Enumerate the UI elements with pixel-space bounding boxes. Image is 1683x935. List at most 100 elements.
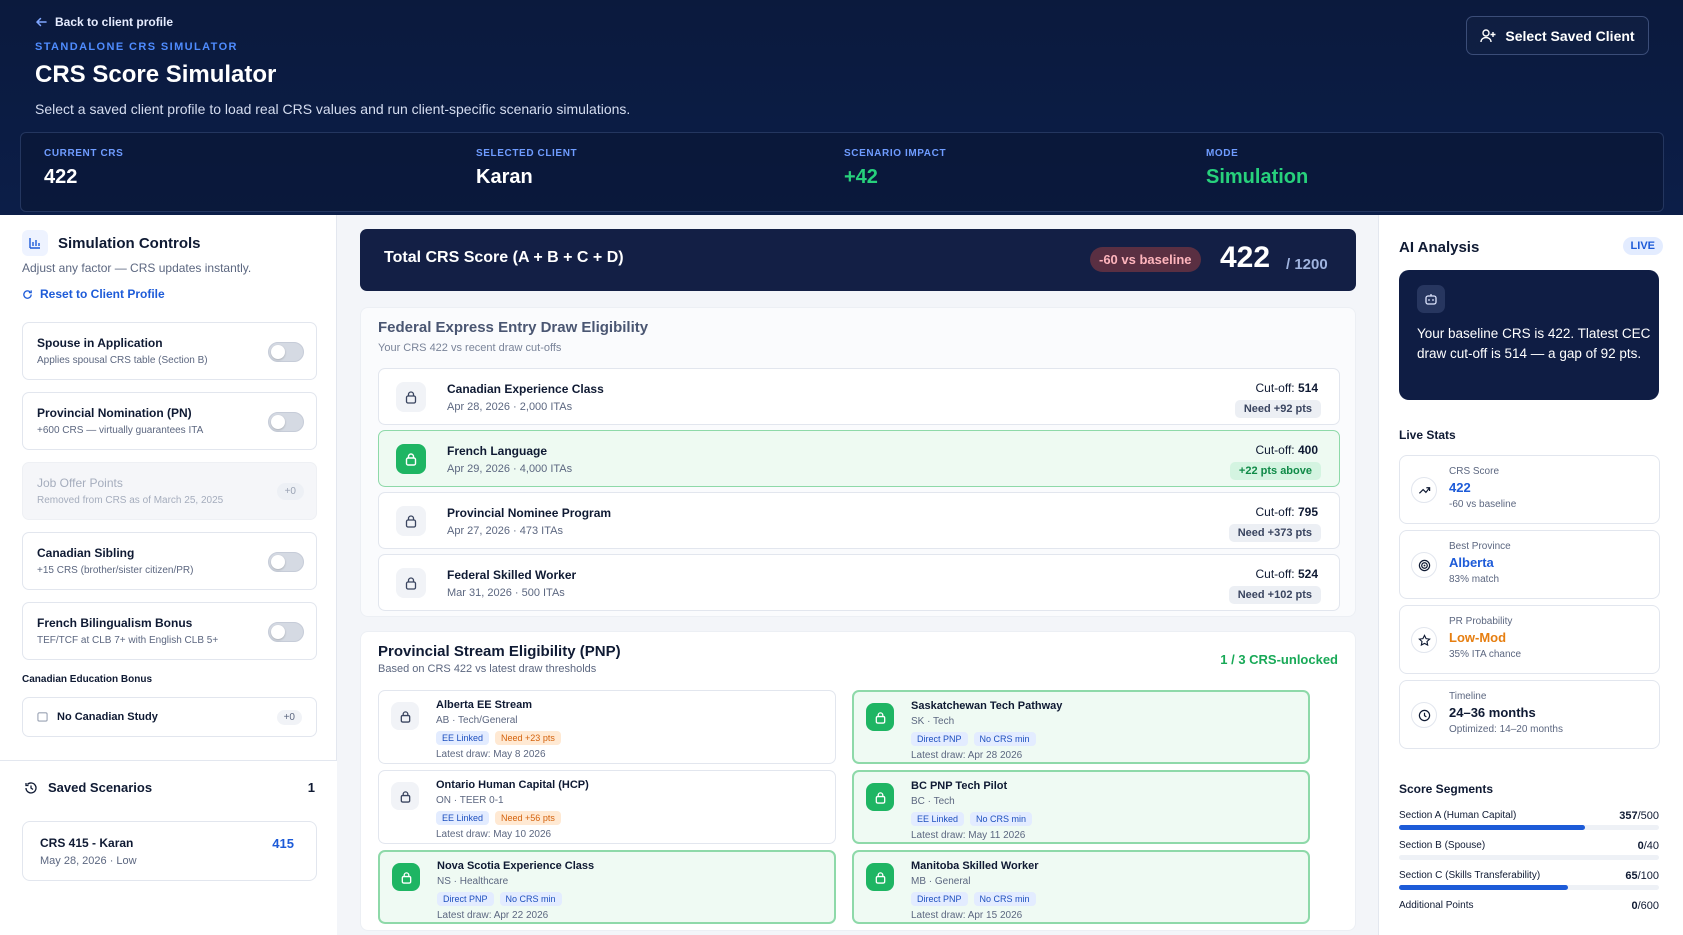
pnp-stream-name: Manitoba Skilled Worker bbox=[911, 860, 1039, 872]
total-crs-score: 422 bbox=[1220, 241, 1271, 274]
segment-value: 357/500 bbox=[1619, 810, 1659, 822]
cutoff-label: Cut-off: bbox=[1255, 443, 1295, 457]
pnp-tag: Need +23 pts bbox=[495, 731, 561, 745]
french-toggle[interactable] bbox=[268, 622, 304, 642]
stat-value: Simulation bbox=[1206, 166, 1309, 188]
lock-icon bbox=[391, 782, 419, 810]
cutoff-value: 524 bbox=[1297, 567, 1318, 581]
toggle-title: Spouse in Application bbox=[37, 336, 163, 350]
stat-selected-client: SELECTED CLIENT Karan bbox=[476, 148, 577, 189]
pnp-stream-card[interactable]: Alberta EE Stream AB · Tech/General EE Lin… bbox=[378, 690, 836, 764]
reset-to-client-profile-link[interactable]: Reset to Client Profile bbox=[22, 287, 165, 301]
scenario-name: CRS 415 - Karan bbox=[40, 836, 134, 850]
pnp-latest-draw: Latest draw: May 8 2026 bbox=[436, 749, 546, 760]
page-subtitle: Select a saved client profile to load re… bbox=[35, 101, 631, 117]
draw-row[interactable]: Provincial Nominee Program Apr 27, 2026 … bbox=[378, 492, 1340, 549]
segment-max: /40 bbox=[1643, 840, 1659, 852]
live-stat-sub: 83% match bbox=[1449, 574, 1500, 585]
pnp-stream-card[interactable]: Nova Scotia Experience Class NS · Healthc… bbox=[378, 850, 836, 924]
draw-need-badge: +22 pts above bbox=[1229, 462, 1321, 480]
live-stat-value: Alberta bbox=[1449, 555, 1494, 570]
lock-icon bbox=[396, 506, 426, 536]
pn-toggle[interactable] bbox=[268, 412, 304, 432]
live-stat-sub: 35% ITA chance bbox=[1449, 649, 1522, 660]
bar-chart-icon bbox=[22, 230, 48, 256]
segment-progress-track bbox=[1399, 885, 1659, 890]
toggle-title: French Bilingualism Bonus bbox=[37, 616, 193, 630]
sibling-toggle[interactable] bbox=[268, 552, 304, 572]
pnp-tag: EE Linked bbox=[911, 812, 965, 826]
back-link[interactable]: Back to client profile bbox=[35, 15, 173, 29]
cutoff-value: 514 bbox=[1297, 381, 1318, 395]
saved-scenarios-count: 1 bbox=[307, 780, 315, 795]
live-stat-label: PR Probability bbox=[1449, 616, 1513, 627]
draw-row[interactable]: Federal Skilled Worker Mar 31, 2026 · 50… bbox=[378, 554, 1340, 611]
toggle-title: Canadian Sibling bbox=[37, 546, 135, 560]
calendar-icon bbox=[37, 712, 48, 722]
score-segment: Section C (Skills Transferability) 65/100 bbox=[1399, 870, 1659, 890]
target-icon bbox=[1411, 552, 1437, 578]
segment-score: 65 bbox=[1625, 870, 1638, 882]
section-title: Federal Express Entry Draw Eligibility bbox=[378, 319, 649, 336]
cutoff-label: Cut-off: bbox=[1255, 567, 1295, 581]
live-stat-label: CRS Score bbox=[1449, 466, 1500, 477]
user-plus-icon bbox=[1480, 28, 1496, 42]
live-stat-card: PR Probability Low-Mod 35% ITA chance bbox=[1399, 605, 1660, 674]
pnp-stream-card[interactable]: BC PNP Tech Pilot BC · Tech EE Linked No CR… bbox=[852, 770, 1310, 844]
history-icon bbox=[25, 781, 37, 794]
pnp-tag: No CRS min bbox=[973, 732, 1036, 746]
live-stat-sub: -60 vs baseline bbox=[1449, 499, 1517, 510]
pnp-stream-tags: Direct PNP No CRS min bbox=[911, 892, 1036, 906]
controls-subtitle: Adjust any factor — CRS updates instantl… bbox=[22, 261, 252, 275]
education-select[interactable]: No Canadian Study +0 bbox=[22, 697, 317, 737]
saved-scenario-item[interactable]: CRS 415 - Karan May 28, 2026 · Low 415 bbox=[22, 821, 317, 881]
toggle-card-spouse: Spouse in Application Applies spousal CR… bbox=[22, 322, 317, 380]
refresh-icon bbox=[23, 289, 32, 299]
draw-name: French Language bbox=[447, 444, 548, 458]
draw-row[interactable]: Canadian Experience Class Apr 28, 2026 ·… bbox=[378, 368, 1340, 425]
pnp-stream-tags: Direct PNP No CRS min bbox=[911, 732, 1036, 746]
simulation-controls-panel: Simulation Controls Adjust any factor — … bbox=[0, 215, 337, 935]
total-crs-label: Total CRS Score (A + B + C + D) bbox=[384, 249, 624, 266]
points-pill: +0 bbox=[276, 483, 304, 500]
scenario-meta: May 28, 2026 · Low bbox=[40, 855, 137, 867]
toggle-card-job-offer: Job Offer Points Removed from CRS as of … bbox=[22, 462, 317, 520]
select-saved-client-button[interactable]: Select Saved Client bbox=[1466, 16, 1649, 55]
saved-scenarios-header: Saved Scenarios bbox=[24, 780, 152, 795]
draw-name: Provincial Nominee Program bbox=[447, 506, 612, 520]
draw-need-badge: Need +102 pts bbox=[1228, 586, 1321, 604]
ai-title: AI Analysis bbox=[1399, 239, 1480, 256]
live-stat-card: Timeline 24–36 months Optimized: 14–20 mon… bbox=[1399, 680, 1660, 749]
score-segment: Additional Points 0/600 bbox=[1399, 900, 1659, 912]
pnp-tag: Direct PNP bbox=[911, 892, 968, 906]
pnp-stream-card[interactable]: Manitoba Skilled Worker MB · General Direc… bbox=[852, 850, 1310, 924]
draw-row[interactable]: French Language Apr 29, 2026 · 4,000 ITA… bbox=[378, 430, 1340, 487]
pnp-stream-tags: Direct PNP No CRS min bbox=[437, 892, 562, 906]
segment-max: /600 bbox=[1637, 900, 1659, 912]
controls-header: Simulation Controls bbox=[22, 230, 201, 256]
live-stat-label: Best Province bbox=[1449, 541, 1511, 552]
unlock-icon bbox=[866, 783, 894, 811]
back-link-label: Back to client profile bbox=[55, 15, 174, 29]
toggle-card-french: French Bilingualism Bonus TEF/TCF at CLB… bbox=[22, 602, 317, 660]
pnp-stream-name: Saskatchewan Tech Pathway bbox=[911, 700, 1063, 712]
lock-icon bbox=[396, 568, 426, 598]
segment-label: Section B (Spouse) bbox=[1399, 840, 1486, 851]
toggle-card-pn: Provincial Nomination (PN) +600 CRS — vi… bbox=[22, 392, 317, 450]
draw-meta: Apr 29, 2026 · 4,000 ITAs bbox=[447, 463, 573, 475]
toggle-card-sibling: Canadian Sibling +15 CRS (brother/sister… bbox=[22, 532, 317, 590]
draw-name: Federal Skilled Worker bbox=[447, 568, 577, 582]
live-stats-title: Live Stats bbox=[1399, 428, 1456, 442]
stat-mode: MODE Simulation bbox=[1206, 148, 1308, 189]
pnp-latest-draw: Latest draw: Apr 22 2026 bbox=[437, 910, 549, 921]
stat-current-crs: CURRENT CRS 422 bbox=[44, 148, 123, 189]
reset-label: Reset to Client Profile bbox=[40, 287, 165, 301]
pnp-eligibility: Provincial Stream Eligibility (PNP) Base… bbox=[360, 631, 1356, 931]
pnp-tag: Need +56 pts bbox=[495, 811, 561, 825]
vs-baseline-badge: -60 vs baseline bbox=[1090, 247, 1201, 272]
score-segments-title: Score Segments bbox=[1399, 782, 1494, 796]
pnp-stream-card[interactable]: Ontario Human Capital (HCP) ON · TEER 0-1… bbox=[378, 770, 836, 844]
pnp-stream-card[interactable]: Saskatchewan Tech Pathway SK · Tech Direct… bbox=[852, 690, 1310, 764]
toggle-desc: +600 CRS — virtually guarantees ITA bbox=[37, 425, 204, 436]
spouse-toggle[interactable] bbox=[268, 342, 304, 362]
